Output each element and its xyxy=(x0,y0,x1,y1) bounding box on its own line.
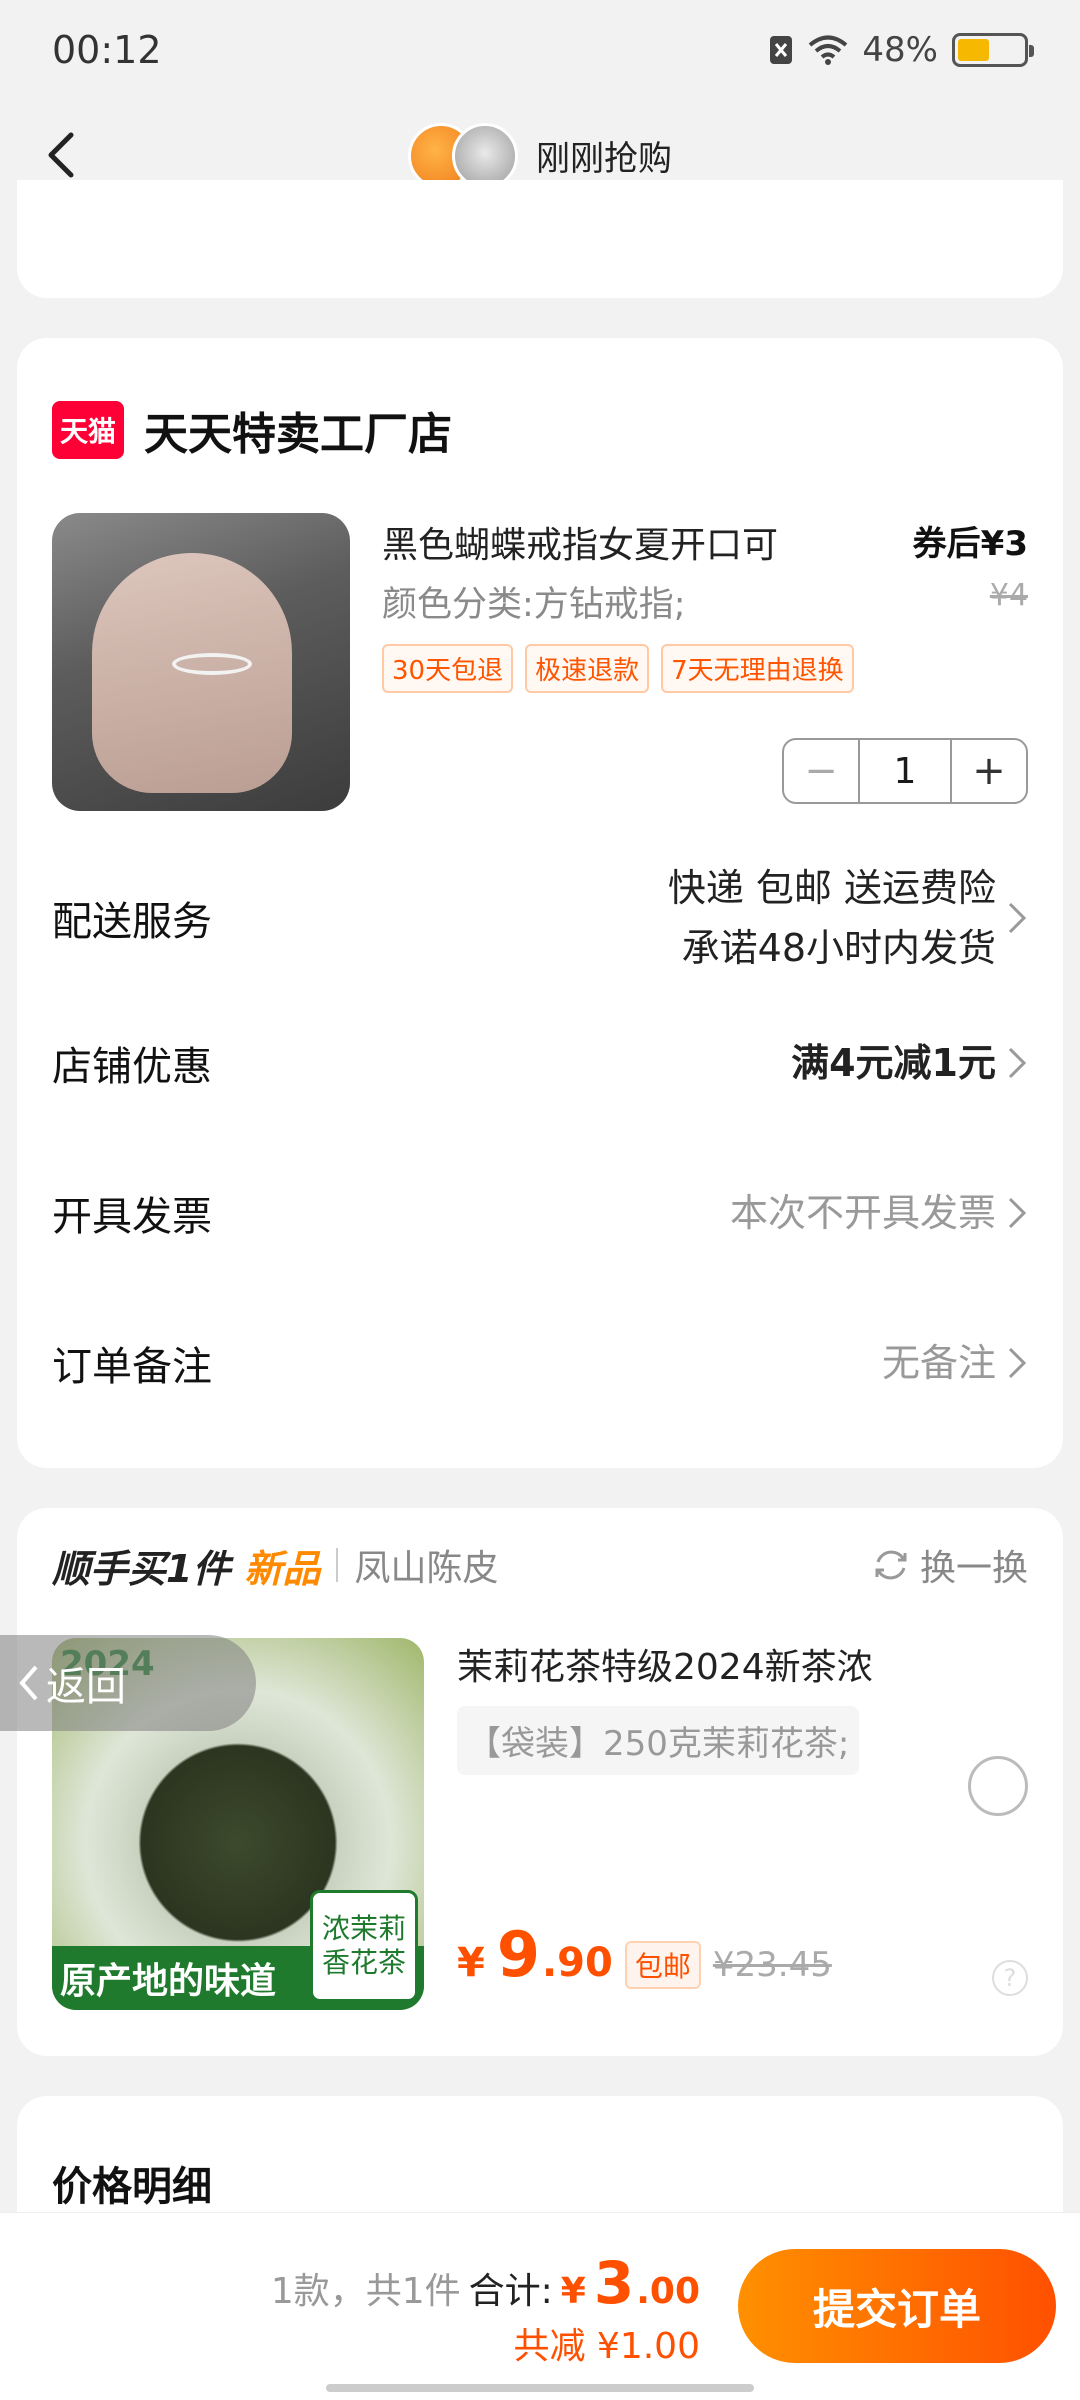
service-tags: 30天包退 极速退款 7天无理由退换 xyxy=(382,644,854,693)
discount-total: 共减 ¥1.00 xyxy=(513,2326,700,2367)
nav-title: 刚刚抢购 xyxy=(536,138,672,179)
battery-percent: 48% xyxy=(862,30,938,70)
battery-icon xyxy=(952,33,1034,67)
chevron-left-icon xyxy=(48,132,74,178)
invoice-value-wrap: 本次不开具发票 xyxy=(730,1183,1028,1243)
invoice-row[interactable]: 开具发票 本次不开具发票 xyxy=(52,1168,1028,1258)
home-indicator[interactable] xyxy=(326,2384,754,2392)
return-label: 返回 xyxy=(46,1664,126,1710)
help-icon[interactable]: ? xyxy=(992,1960,1028,1996)
total-label: 合计: xyxy=(468,2271,553,2312)
shop-card: 天猫 天天特卖工厂店 黑色蝴蝶戒指女夏开口可 券后¥3 颜色分类:方钻戒指; ¥… xyxy=(17,338,1063,1468)
item-count: 1款，共1件 xyxy=(270,2271,461,2312)
previous-card xyxy=(17,180,1063,298)
ring-image xyxy=(172,653,252,675)
delivery-label: 配送服务 xyxy=(52,899,212,945)
quantity-stepper: − 1 + xyxy=(782,738,1028,804)
total-decimal: .00 xyxy=(636,2271,700,2312)
invoice-value: 本次不开具发票 xyxy=(729,1191,996,1235)
swap-button[interactable]: 换一换 xyxy=(872,1539,1028,1591)
total-summary: 1款，共1件 合计: ¥ 3 .00 xyxy=(271,2249,700,2317)
recommend-product-name[interactable]: 茉莉花茶特级2024新茶浓 xyxy=(457,1638,873,1690)
chevron-right-icon xyxy=(1008,1197,1027,1229)
tea-side-label: 浓茉莉香花茶 xyxy=(310,1890,418,2002)
coupon-label: 店铺优惠 xyxy=(52,1044,212,1090)
checkout-bar: 1款，共1件 合计: ¥ 3 .00 共减 ¥1.00 提交订单 xyxy=(0,2212,1080,2400)
price-detail-title: 价格明细 xyxy=(52,2164,212,2210)
recommend-price-row: ¥ 9 .90 包邮 ¥23.45 xyxy=(457,1918,832,1991)
total-currency: ¥ xyxy=(560,2271,586,2312)
delivery-line2: 承诺48小时内发货 xyxy=(681,926,996,970)
price-decimal: .90 xyxy=(541,1940,613,1986)
service-tag: 7天无理由退换 xyxy=(661,644,854,693)
product-original-price: ¥4 xyxy=(989,578,1028,613)
original-price: ¥23.45 xyxy=(712,1945,832,1985)
quantity-value[interactable]: 1 xyxy=(858,740,952,802)
recommend-title: 顺手买1件 xyxy=(52,1546,231,1591)
submit-order-button[interactable]: 提交订单 xyxy=(738,2249,1056,2363)
select-radio[interactable] xyxy=(968,1756,1028,1816)
order-note-label: 订单备注 xyxy=(52,1344,212,1390)
recommend-variant[interactable]: 【袋装】250克茉莉花茶; xyxy=(457,1706,860,1775)
decrease-button[interactable]: − xyxy=(784,740,858,802)
recommend-brand[interactable]: 凤山陈皮 xyxy=(354,1539,498,1591)
back-button[interactable] xyxy=(30,125,90,185)
status-time: 00:12 xyxy=(52,28,162,72)
delivery-value: 快递 包邮 送运费险 承诺48小时内发货 xyxy=(668,858,1028,978)
recommend-header: 顺手买1件 新品 凤山陈皮 换一换 xyxy=(52,1530,1028,1600)
increase-button[interactable]: + xyxy=(952,740,1026,802)
delivery-info: 快递 包邮 送运费险 承诺48小时内发货 xyxy=(668,858,996,978)
product-price: 券后¥3 xyxy=(912,524,1028,564)
coupon-value-wrap: 满4元减1元 xyxy=(791,1033,1028,1093)
status-icons: 48% xyxy=(768,30,1034,70)
status-bar: 00:12 48% xyxy=(0,0,1080,100)
wifi-icon xyxy=(809,35,848,65)
coupon-row[interactable]: 店铺优惠 满4元减1元 xyxy=(52,1018,1028,1108)
order-note-row[interactable]: 订单备注 无备注 xyxy=(52,1318,1028,1408)
service-tag: 极速退款 xyxy=(525,644,650,693)
price-integer: 9 xyxy=(496,1918,540,1991)
delivery-line1: 快递 包邮 送运费险 xyxy=(667,866,996,910)
chevron-right-icon xyxy=(1008,1347,1027,1379)
shop-name: 天天特卖工厂店 xyxy=(144,409,452,460)
product-image[interactable] xyxy=(52,513,350,811)
recommend-card: 顺手买1件 新品 凤山陈皮 换一换 2024 原产地的味道 浓茉莉香花茶 茉莉花… xyxy=(17,1508,1063,2056)
shop-header[interactable]: 天猫 天天特卖工厂店 xyxy=(52,398,452,462)
invoice-label: 开具发票 xyxy=(52,1194,212,1240)
coupon-value: 满4元减1元 xyxy=(791,1041,996,1085)
service-tag: 30天包退 xyxy=(382,644,514,693)
refresh-icon xyxy=(875,1550,907,1580)
free-shipping-badge: 包邮 xyxy=(624,1941,701,1989)
chevron-right-icon xyxy=(1008,902,1027,934)
sim-off-icon xyxy=(770,36,793,64)
tmall-logo: 天猫 xyxy=(52,401,124,459)
product-title[interactable]: 黑色蝴蝶戒指女夏开口可 xyxy=(382,516,778,568)
chevron-right-icon xyxy=(1008,1047,1027,1079)
chevron-left-icon xyxy=(19,1665,38,1701)
divider xyxy=(336,1548,339,1582)
total-integer: 3 xyxy=(593,2249,635,2317)
order-note-value: 无备注 xyxy=(881,1341,996,1385)
product-variant[interactable]: 颜色分类:方钻戒指; xyxy=(382,576,686,627)
return-button[interactable]: 返回 xyxy=(0,1635,256,1731)
currency-symbol: ¥ xyxy=(457,1940,485,1986)
recommend-new-label: 新品 xyxy=(244,1546,321,1591)
delivery-row[interactable]: 配送服务 快递 包邮 送运费险 承诺48小时内发货 xyxy=(52,848,1028,988)
swap-label: 换一换 xyxy=(919,1548,1028,1589)
order-note-value-wrap: 无备注 xyxy=(882,1333,1028,1393)
